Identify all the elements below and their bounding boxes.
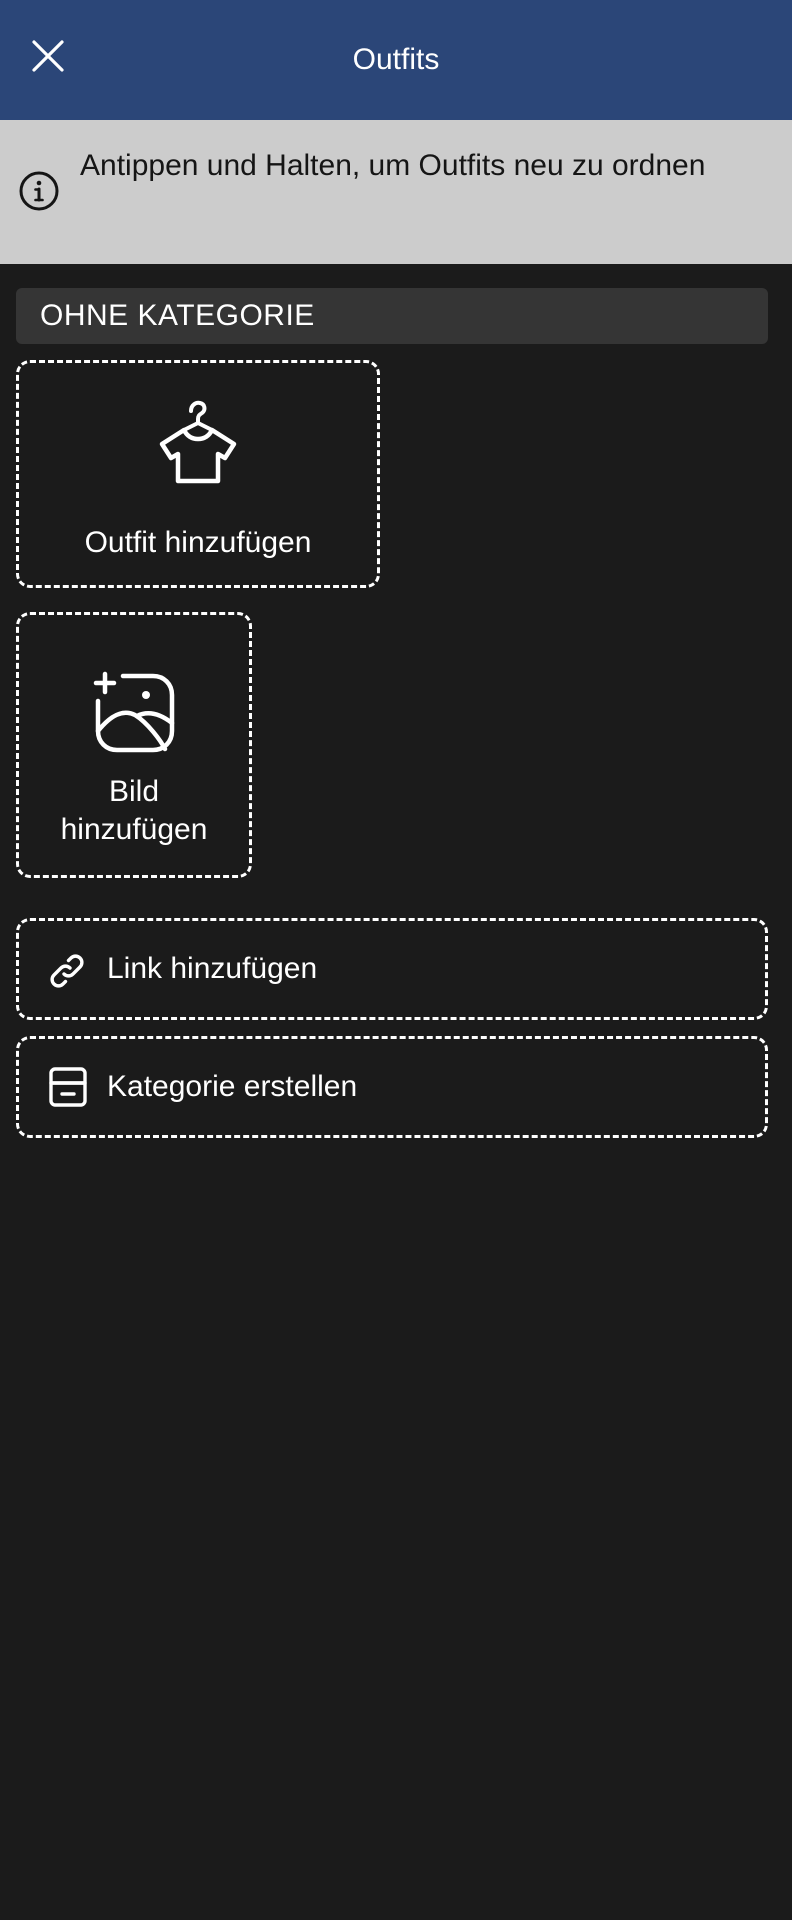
- category-label: OHNE KATEGORIE: [40, 299, 315, 332]
- hanger-shirt-icon: [159, 400, 237, 484]
- add-outfit-label: Outfit hinzufügen: [84, 526, 312, 559]
- close-icon: [32, 40, 64, 72]
- add-image-label: Bild hinzufügen: [60, 775, 208, 846]
- info-banner-text: Antippen und Halten, um Outfits neu zu o…: [80, 149, 706, 182]
- close-button[interactable]: [28, 36, 68, 76]
- create-category-label: Kategorie erstellen: [107, 1070, 358, 1103]
- add-link-label: Link hinzufügen: [107, 952, 318, 985]
- archive-tray-icon: [49, 1067, 87, 1107]
- page-title: Outfits: [352, 43, 440, 76]
- add-link-button[interactable]: Link hinzufügen: [16, 918, 768, 1020]
- outfits-screen: Outfits Antippen und Halten, um Outfits …: [0, 0, 792, 1920]
- category-header[interactable]: OHNE KATEGORIE: [16, 288, 768, 344]
- create-category-button[interactable]: Kategorie erstellen: [16, 1036, 768, 1138]
- link-icon: [50, 954, 84, 988]
- app-header: Outfits: [0, 0, 792, 120]
- info-icon: [19, 171, 59, 211]
- add-outfit-button[interactable]: Outfit hinzufügen: [16, 360, 380, 588]
- add-image-button[interactable]: Bild hinzufügen: [16, 612, 252, 878]
- add-image-icon: [93, 671, 175, 753]
